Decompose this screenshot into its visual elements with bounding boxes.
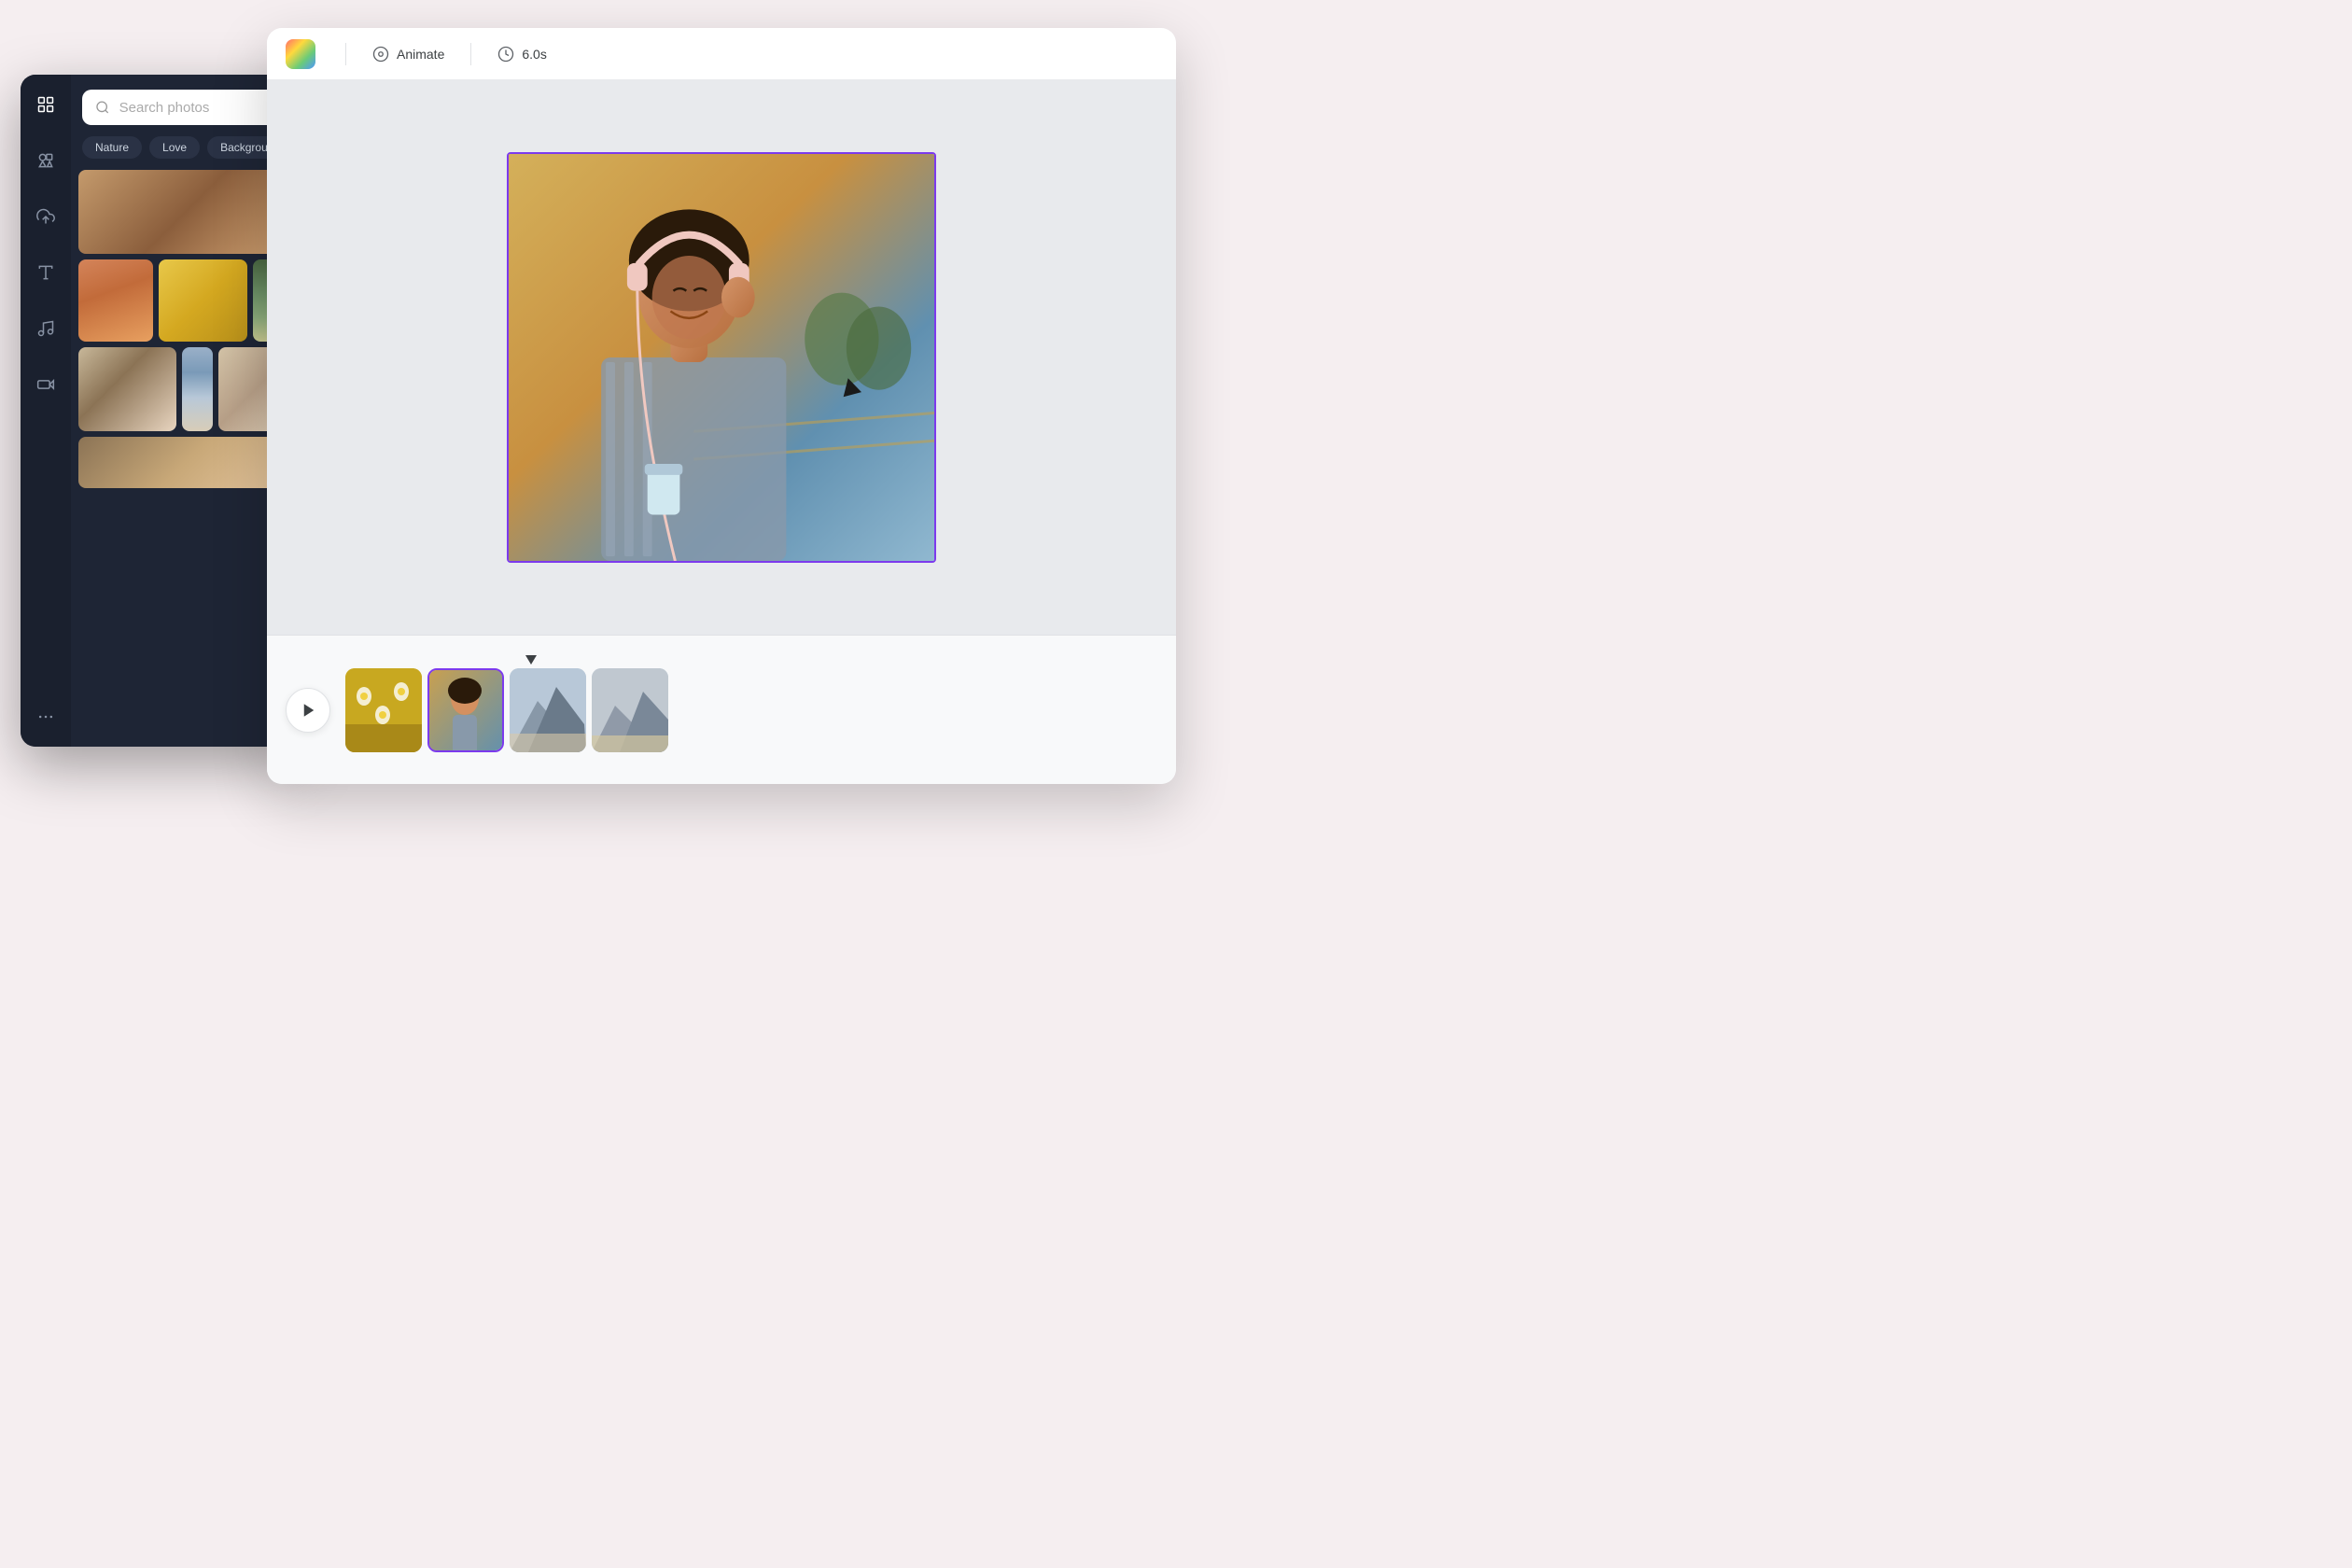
animate-icon (372, 46, 389, 63)
clip-1-thumbnail (345, 668, 422, 752)
timeline-clips (345, 668, 668, 752)
duration-button[interactable]: 6.0s (486, 40, 557, 68)
sidebar-item-music[interactable] (31, 314, 61, 343)
search-bar[interactable] (82, 90, 289, 125)
list-item[interactable] (78, 259, 153, 342)
sidebar-item-more[interactable] (31, 702, 61, 732)
canvas-illustration (509, 154, 934, 561)
list-item[interactable] (159, 259, 247, 342)
canvas-frame (507, 152, 936, 563)
app-logo (286, 39, 315, 69)
chip-love[interactable]: Love (149, 136, 200, 159)
list-item[interactable] (78, 347, 176, 431)
list-item[interactable] (78, 170, 293, 254)
editor-toolbar: Animate 6.0s (267, 28, 1176, 80)
toolbar-divider-1 (345, 43, 346, 65)
play-button[interactable] (286, 688, 330, 733)
photo-row-2 (78, 259, 293, 342)
sidebar-item-text[interactable] (31, 258, 61, 287)
clip-2-thumbnail (429, 670, 504, 752)
timeline-indicator (525, 655, 537, 665)
timeline-clip-2[interactable] (427, 668, 504, 752)
canvas-area[interactable] (267, 80, 1176, 635)
photo-search-panel: Nature Love Background Happy Flowers › (21, 75, 301, 747)
timeline-wrapper (345, 668, 668, 752)
photo-row-4 (78, 437, 293, 488)
duration-label: 6.0s (522, 47, 546, 62)
chip-nature[interactable]: Nature (82, 136, 142, 159)
search-input[interactable] (119, 100, 276, 116)
sidebar-item-upload[interactable] (31, 202, 61, 231)
icon-sidebar (21, 75, 71, 747)
sidebar-item-shapes[interactable] (31, 146, 61, 175)
editor-panel: Animate 6.0s (267, 28, 1176, 784)
timeline-area (267, 635, 1176, 784)
clip-4-thumbnail (592, 668, 668, 752)
play-icon (301, 702, 317, 719)
toolbar-divider-2 (470, 43, 471, 65)
canvas-photo (509, 154, 934, 561)
timeline-clip-1[interactable] (345, 668, 422, 752)
photo-row-3 (78, 347, 293, 431)
timeline-clip-3[interactable] (510, 668, 586, 752)
clock-icon (497, 46, 514, 63)
photo-row-1 (78, 170, 293, 254)
sidebar-item-video[interactable] (31, 370, 61, 399)
animate-button[interactable]: Animate (361, 40, 455, 68)
search-icon (95, 99, 110, 116)
timeline-clip-4[interactable] (592, 668, 668, 752)
clip-3-thumbnail (510, 668, 586, 752)
list-item[interactable] (78, 437, 293, 488)
sidebar-item-grid[interactable] (31, 90, 61, 119)
list-item[interactable] (182, 347, 213, 431)
animate-label: Animate (397, 47, 444, 62)
